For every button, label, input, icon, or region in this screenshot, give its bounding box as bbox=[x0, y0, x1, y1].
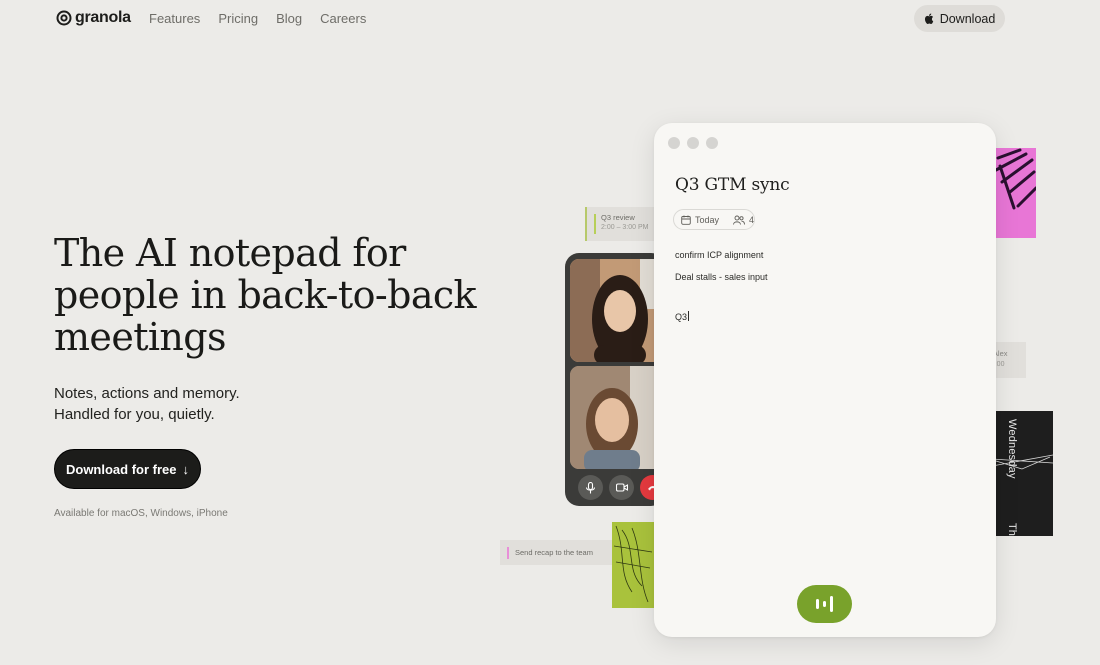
sketch-art bbox=[613, 525, 653, 603]
art-text-top: Wednesday bbox=[1006, 419, 1018, 479]
close-window-button[interactable] bbox=[668, 137, 680, 149]
camera-icon bbox=[615, 483, 628, 492]
apple-icon bbox=[924, 13, 933, 24]
calendar-icon bbox=[681, 215, 691, 225]
nav-link-features[interactable]: Features bbox=[149, 11, 200, 26]
nav-link-blog[interactable]: Blog bbox=[276, 11, 302, 26]
calendar-card-q3-review: Q3 review 2:00 – 3:00 PM bbox=[585, 207, 657, 241]
hero-subtitle-line2: Handled for you, quietly. bbox=[54, 406, 215, 423]
green-art-tile bbox=[612, 522, 654, 608]
hero-subtitle: Notes, actions and memory. Handled for y… bbox=[54, 383, 354, 425]
scribble-art bbox=[994, 148, 1036, 210]
note-date: Today bbox=[694, 214, 720, 225]
note-meta-chip[interactable]: Today 4 bbox=[673, 209, 755, 230]
participant-avatar bbox=[570, 259, 665, 362]
nav-download-button[interactable]: Download bbox=[914, 5, 1005, 32]
waveform-icon bbox=[816, 599, 819, 609]
cta-label: Download for free bbox=[65, 461, 177, 477]
participant-video-2 bbox=[570, 366, 665, 469]
people-icon bbox=[733, 215, 745, 225]
transcription-button[interactable] bbox=[797, 585, 852, 623]
video-call-widget bbox=[565, 253, 665, 506]
thread-art bbox=[992, 454, 1053, 470]
note-title[interactable]: Q3 GTM sync bbox=[675, 175, 790, 195]
hero-title: The AI notepad for people in back-to-bac… bbox=[54, 231, 477, 359]
minimize-window-button[interactable] bbox=[687, 137, 699, 149]
brand-logo[interactable]: granola bbox=[56, 8, 131, 28]
call-controls bbox=[578, 475, 665, 500]
arrow-down-icon: ↓ bbox=[182, 461, 190, 477]
nav-link-pricing[interactable]: Pricing bbox=[218, 11, 258, 26]
participant-video-1 bbox=[570, 259, 665, 362]
text-caret bbox=[688, 311, 690, 321]
task-label: Send recap to the team bbox=[515, 548, 593, 557]
availability-note: Available for macOS, Windows, iPhone bbox=[54, 508, 228, 519]
mute-button[interactable] bbox=[578, 475, 603, 500]
attendee-count: 4 bbox=[748, 214, 754, 225]
note-line[interactable]: Deal stalls - sales input bbox=[675, 272, 768, 282]
event-color-bar bbox=[594, 214, 596, 234]
notes-window: Q3 GTM sync Today 4 confirm ICP alignmen… bbox=[654, 123, 996, 637]
window-controls bbox=[668, 137, 718, 149]
art-text-bottom: Th bbox=[1006, 523, 1018, 536]
download-for-free-button[interactable]: Download for free ↓ bbox=[54, 449, 201, 489]
granola-logo-icon bbox=[56, 10, 72, 26]
note-editor-current-line[interactable]: Q3 bbox=[675, 311, 690, 322]
participant-avatar bbox=[570, 366, 665, 469]
task-card-recap: Send recap to the team bbox=[500, 540, 615, 565]
hero-subtitle-line1: Notes, actions and memory. bbox=[54, 385, 240, 402]
note-line-text: Q3 bbox=[675, 312, 688, 322]
dark-art-tile: Wednesday Th bbox=[992, 411, 1053, 536]
nav-download-label: Download bbox=[939, 11, 996, 26]
note-line[interactable]: confirm ICP alignment bbox=[675, 250, 763, 260]
event-title: Q3 review bbox=[601, 213, 635, 222]
camera-button[interactable] bbox=[609, 475, 634, 500]
maximize-window-button[interactable] bbox=[706, 137, 718, 149]
task-color-bar bbox=[507, 546, 509, 559]
nav-links: Features Pricing Blog Careers bbox=[149, 11, 366, 26]
mic-icon bbox=[585, 481, 596, 493]
waveform-bar bbox=[823, 601, 826, 607]
event-time: 2:00 – 3:00 PM bbox=[601, 224, 649, 231]
pink-art-tile bbox=[992, 148, 1036, 238]
brand-name: granola bbox=[75, 9, 131, 26]
nav-link-careers[interactable]: Careers bbox=[320, 11, 366, 26]
top-nav: granola Features Pricing Blog Careers Do… bbox=[0, 0, 1100, 38]
waveform-bar bbox=[830, 596, 833, 612]
